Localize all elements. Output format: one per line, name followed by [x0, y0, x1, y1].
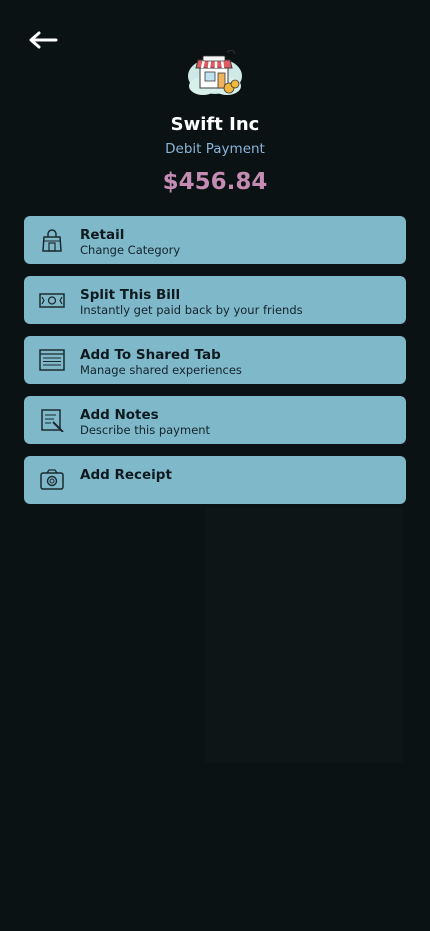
- action-title: Add To Shared Tab: [80, 347, 221, 363]
- background-panel: [205, 508, 403, 763]
- action-subtitle: Manage shared experiences: [80, 363, 242, 377]
- note-pencil-icon: [41, 409, 64, 432]
- merchant-logo: [185, 46, 245, 98]
- split-bill-button[interactable]: Split This Bill Instantly get paid back …: [24, 276, 406, 324]
- storefront-icon: [188, 50, 242, 95]
- payment-type: Debit Payment: [165, 141, 265, 157]
- arrow-left-icon: [29, 31, 58, 49]
- list-icon: [39, 349, 65, 371]
- back-button[interactable]: [22, 24, 62, 56]
- action-list: Retail Change Category Split This Bill I…: [24, 216, 406, 516]
- add-to-shared-tab-button[interactable]: Add To Shared Tab Manage shared experien…: [24, 336, 406, 384]
- action-title: Retail: [80, 227, 125, 243]
- merchant-name: Swift Inc: [170, 114, 260, 135]
- cash-icon: [39, 293, 65, 308]
- change-category-button[interactable]: Retail Change Category: [24, 216, 406, 264]
- transaction-amount: $456.84: [162, 169, 268, 195]
- add-notes-button[interactable]: Add Notes Describe this payment: [24, 396, 406, 444]
- action-subtitle: Change Category: [80, 243, 181, 257]
- action-subtitle: Describe this payment: [80, 423, 211, 437]
- transaction-detail-screen: Swift Inc Debit Payment $456.84 Retail C…: [0, 0, 430, 931]
- action-title: Add Receipt: [80, 467, 172, 483]
- add-receipt-button[interactable]: Add Receipt: [24, 456, 406, 504]
- action-title: Split This Bill: [80, 287, 181, 303]
- action-title: Add Notes: [80, 407, 159, 423]
- action-subtitle: Instantly get paid back by your friends: [80, 303, 303, 317]
- camera-icon: [40, 469, 64, 490]
- shopping-bag-icon: [42, 229, 62, 252]
